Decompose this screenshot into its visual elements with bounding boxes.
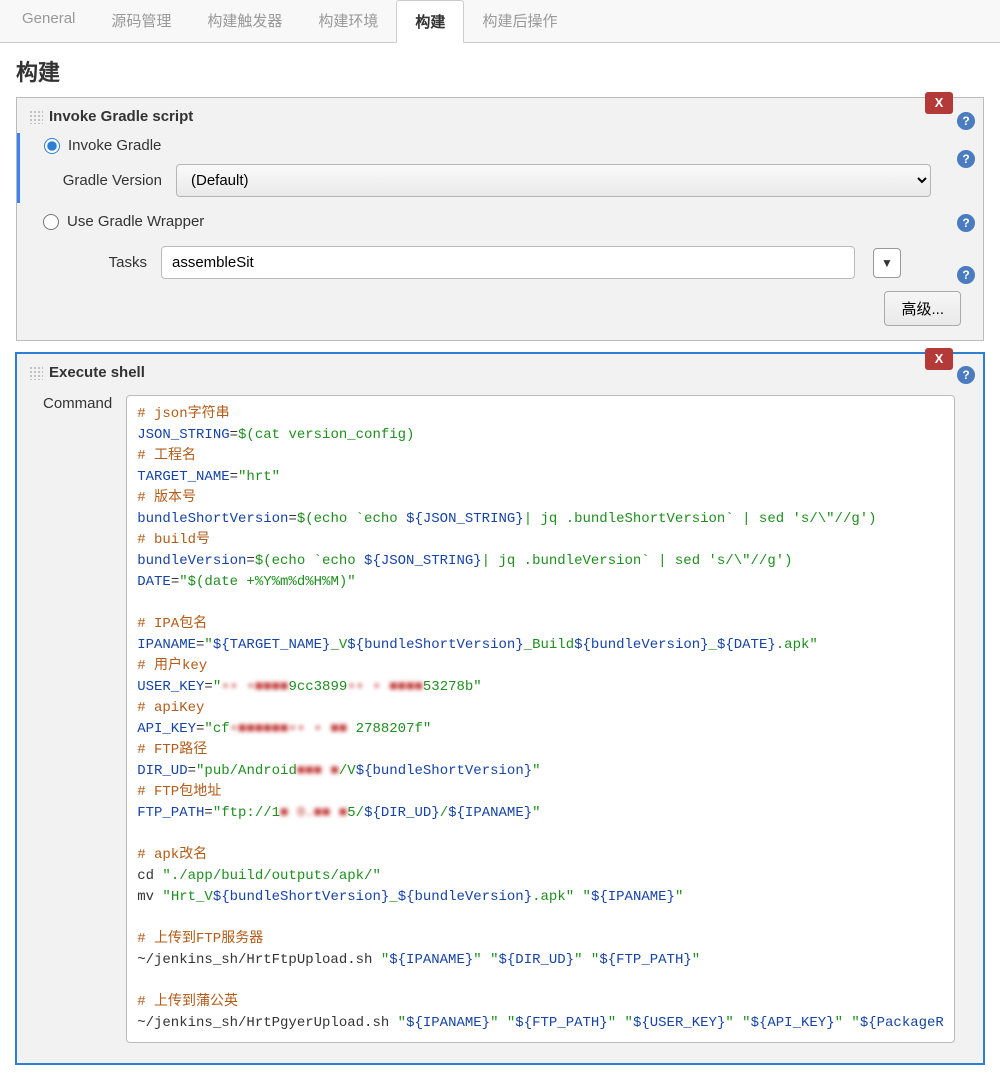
radio-use-wrapper[interactable] bbox=[43, 214, 59, 230]
tasks-label: Tasks bbox=[43, 254, 161, 271]
config-tabbar: General 源码管理 构建触发器 构建环境 构建 构建后操作 bbox=[0, 0, 1000, 43]
help-icon[interactable]: ? bbox=[957, 366, 975, 384]
shell-panel-close[interactable]: X bbox=[925, 348, 953, 370]
advanced-button[interactable]: 高级... bbox=[884, 291, 961, 326]
gradle-panel-title: Invoke Gradle script bbox=[49, 108, 193, 125]
gradle-version-label: Gradle Version bbox=[44, 172, 176, 189]
drag-handle-icon[interactable] bbox=[29, 366, 43, 380]
tab-build[interactable]: 构建 bbox=[396, 0, 464, 43]
gradle-version-select[interactable]: (Default) bbox=[176, 164, 931, 197]
tasks-expand-button[interactable]: ▼ bbox=[873, 248, 901, 278]
tab-general[interactable]: General bbox=[4, 0, 93, 42]
gradle-panel: X ? ? ? ? Invoke Gradle script Invoke Gr… bbox=[16, 97, 984, 341]
radio-invoke-gradle[interactable] bbox=[44, 138, 60, 154]
shell-panel-title: Execute shell bbox=[49, 364, 145, 381]
gradle-panel-close[interactable]: X bbox=[925, 92, 953, 114]
shell-command-textarea[interactable]: # json字符串 JSON_STRING=$(cat version_conf… bbox=[126, 395, 955, 1043]
help-icon[interactable]: ? bbox=[957, 112, 975, 130]
radio-use-wrapper-label: Use Gradle Wrapper bbox=[67, 213, 204, 230]
help-icon[interactable]: ? bbox=[957, 214, 975, 232]
command-label: Command bbox=[43, 395, 126, 412]
help-icon[interactable]: ? bbox=[957, 266, 975, 284]
shell-panel: X ? Execute shell Command # json字符串 JSON… bbox=[16, 353, 984, 1064]
drag-handle-icon[interactable] bbox=[29, 110, 43, 124]
tab-triggers[interactable]: 构建触发器 bbox=[189, 0, 300, 42]
page-title: 构建 bbox=[16, 55, 984, 87]
tasks-input[interactable] bbox=[161, 246, 855, 279]
radio-invoke-gradle-label: Invoke Gradle bbox=[68, 137, 161, 154]
tab-env[interactable]: 构建环境 bbox=[300, 0, 396, 42]
help-icon[interactable]: ? bbox=[957, 150, 975, 168]
tab-postbuild[interactable]: 构建后操作 bbox=[464, 0, 575, 42]
tab-scm[interactable]: 源码管理 bbox=[93, 0, 189, 42]
